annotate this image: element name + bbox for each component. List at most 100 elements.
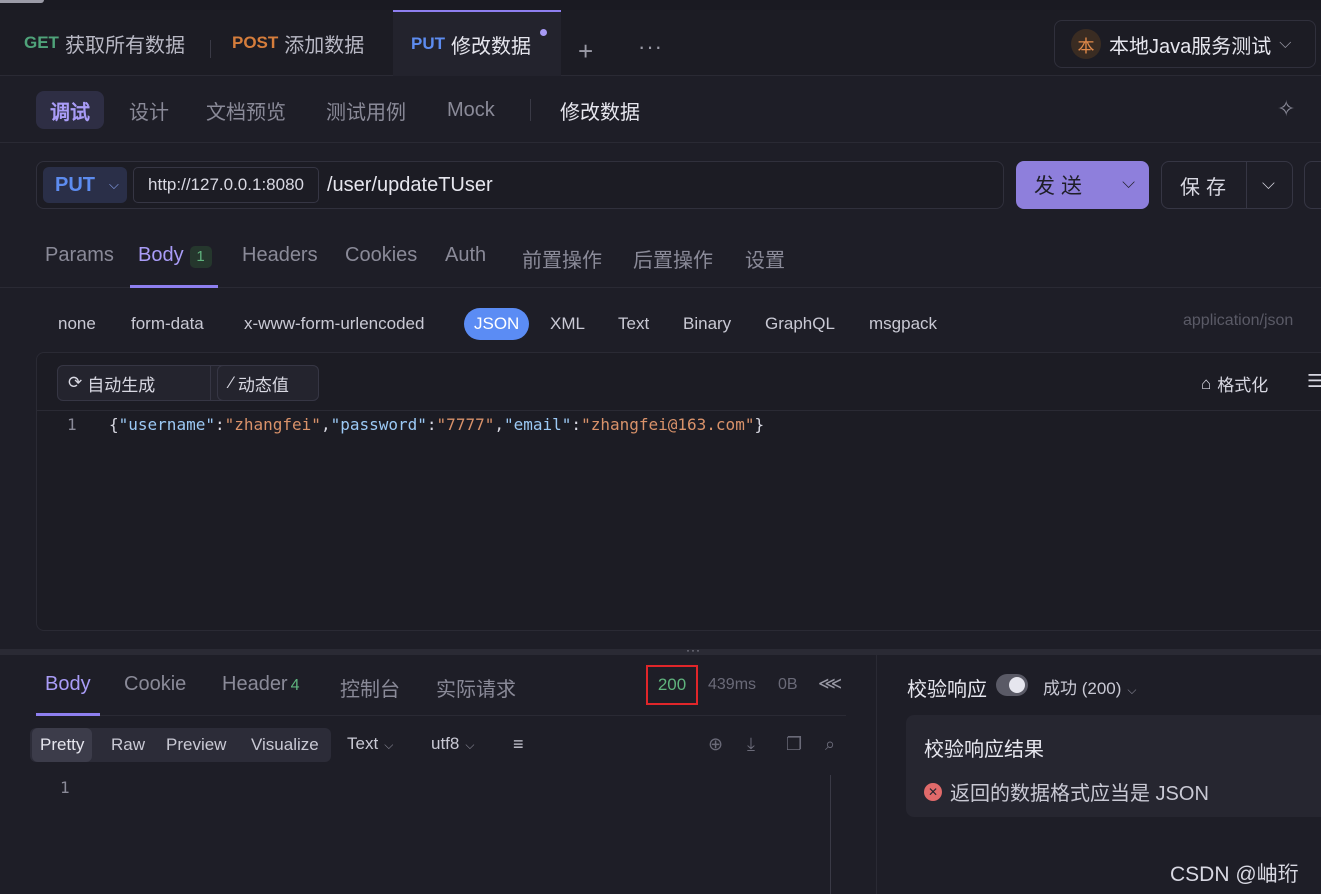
bodytype-urlencoded[interactable]: x-www-form-urlencoded xyxy=(244,308,424,340)
download-icon[interactable]: ⤓ xyxy=(747,734,755,755)
method-value: PUT xyxy=(55,173,95,196)
wrap-lines-icon[interactable]: ☰ xyxy=(1307,371,1321,392)
tab-settings[interactable]: 设置 xyxy=(745,244,785,273)
subnav-debug[interactable]: 调试 xyxy=(36,91,104,129)
format-label: 格式化 xyxy=(1217,376,1269,395)
tab-cookies[interactable]: Cookies xyxy=(345,244,417,267)
tab-post-ops[interactable]: 后置操作 xyxy=(633,244,713,273)
encoding-select[interactable]: utf8 ⌵ xyxy=(431,734,474,754)
json-key: "username" xyxy=(118,415,215,434)
view-raw[interactable]: Raw xyxy=(111,728,145,762)
chevron-down-icon[interactable]: ⌵ xyxy=(1122,173,1135,193)
environment-selector[interactable]: 本 本地Java服务测试 ⌵ xyxy=(1054,20,1316,68)
bodytype-xml[interactable]: XML xyxy=(550,308,585,340)
active-tab-underline xyxy=(130,285,218,288)
auto-generate-button[interactable]: ⟳ 自动生成 xyxy=(57,365,211,401)
view-mode-group: Pretty Raw Preview Visualize xyxy=(30,728,331,762)
subnav-test-cases[interactable]: 测试用例 xyxy=(326,91,406,129)
view-preview[interactable]: Preview xyxy=(166,728,226,762)
dynamic-value-button[interactable]: ⁄ 动态值 xyxy=(217,365,319,401)
tab-update-data[interactable]: PUT 修改数据 xyxy=(393,10,561,76)
response-size: 0B xyxy=(778,676,798,693)
copy-icon[interactable]: ❐ xyxy=(786,734,802,755)
save-divider xyxy=(1246,162,1247,208)
line-number: 1 xyxy=(67,415,77,434)
view-pretty[interactable]: Pretty xyxy=(32,728,93,762)
validation-error-text: 返回的数据格式应当是 JSON xyxy=(950,783,1209,805)
subnav-design[interactable]: 设计 xyxy=(129,91,169,129)
overflow-button[interactable] xyxy=(1304,161,1321,209)
format-select[interactable]: Text ⌵ xyxy=(347,734,393,754)
resp-tab-header-label: Header xyxy=(222,673,288,695)
content-type-label: application/json xyxy=(1183,312,1294,329)
dynamic-value-label: 动态值 xyxy=(237,375,289,395)
resp-tab-console[interactable]: 控制台 xyxy=(340,673,400,702)
api-title[interactable]: 修改数据 xyxy=(560,91,640,129)
request-tabs-bar: GET 获取所有数据 POST 添加数据 PUT 修改数据 + ··· 本 本地… xyxy=(0,10,1321,76)
base-url[interactable]: http://127.0.0.1:8080 xyxy=(133,167,319,203)
url-bar: PUT ⌵ http://127.0.0.1:8080 /user/update… xyxy=(36,161,1004,209)
bodytype-none[interactable]: none xyxy=(58,308,96,340)
tab-label: 修改数据 xyxy=(451,35,531,58)
body-type-selector: none form-data x-www-form-urlencoded JSO… xyxy=(0,302,1321,342)
more-icon[interactable]: ··· xyxy=(638,34,663,60)
wrap-lines-icon[interactable]: ≡ xyxy=(513,734,524,755)
format-icon: ⌂ xyxy=(1201,373,1212,393)
bodytype-text[interactable]: Text xyxy=(618,308,649,340)
view-visualize[interactable]: Visualize xyxy=(251,728,319,762)
subnav-doc-preview[interactable]: 文档预览 xyxy=(206,91,286,129)
share-icon[interactable]: ⋘ xyxy=(818,674,842,694)
chevron-down-icon: ⌵ xyxy=(1127,683,1137,697)
tab-add-data[interactable]: POST 添加数据 xyxy=(232,10,364,76)
resp-tab-actual-request[interactable]: 实际请求 xyxy=(436,673,516,702)
request-section-tabs: Params Body 1 Headers Cookies Auth 前置操作 后… xyxy=(0,230,1321,288)
response-scrollbar[interactable] xyxy=(830,775,831,894)
watermark: CSDN @岫珩 xyxy=(1170,863,1299,886)
save-button[interactable]: 保存 ⌵ xyxy=(1161,161,1293,209)
subnav-divider xyxy=(530,99,531,121)
tab-label: 获取所有数据 xyxy=(64,34,185,57)
method-select[interactable]: PUT ⌵ xyxy=(43,167,127,203)
json-key: "email" xyxy=(503,415,572,434)
validation-result-card: 校验响应结果 ✕ 返回的数据格式应当是 JSON xyxy=(906,715,1321,817)
json-body-line[interactable]: {"username":"zhangfei","password":"7777"… xyxy=(109,415,764,434)
resp-tab-header[interactable]: Header 4 xyxy=(222,673,300,696)
body-editor[interactable]: ⟳ 自动生成 ⌵ ⁄ 动态值 ⌂ 格式化 ☰ 1 {"username":"zh… xyxy=(36,352,1321,631)
bodytype-graphql[interactable]: GraphQL xyxy=(765,308,835,340)
validation-status-select[interactable]: 成功 (200) ⌵ xyxy=(1043,674,1137,699)
upload-icon[interactable]: ⊕ xyxy=(708,734,723,755)
json-key: "password" xyxy=(330,415,427,434)
ai-sparkle-icon[interactable]: ✧ xyxy=(1277,96,1295,122)
error-icon: ✕ xyxy=(924,782,942,801)
validation-error: ✕ 返回的数据格式应当是 JSON xyxy=(924,777,1209,806)
response-time: 439ms xyxy=(708,676,757,693)
tab-pre-ops[interactable]: 前置操作 xyxy=(522,244,602,273)
chevron-down-icon: ⌵ xyxy=(384,738,394,752)
tab-headers[interactable]: Headers xyxy=(242,244,318,267)
bodytype-msgpack[interactable]: msgpack xyxy=(869,308,937,340)
tab-params[interactable]: Params xyxy=(45,244,114,267)
format-button[interactable]: ⌂ 格式化 xyxy=(1201,371,1268,396)
add-tab-icon[interactable]: + xyxy=(578,38,593,64)
resp-tab-cookie[interactable]: Cookie xyxy=(124,673,186,696)
tab-body-label: Body xyxy=(138,244,184,266)
resp-tab-body[interactable]: Body xyxy=(45,673,91,696)
subnav-mock[interactable]: Mock xyxy=(447,91,495,129)
response-line-number: 1 xyxy=(60,778,70,797)
refresh-icon: ⟳ xyxy=(68,373,83,392)
tab-body[interactable]: Body 1 xyxy=(138,244,212,268)
header-count: 4 xyxy=(290,677,300,694)
tab-auth[interactable]: Auth xyxy=(445,244,486,267)
bodytype-binary[interactable]: Binary xyxy=(683,308,731,340)
validation-title: 校验响应 xyxy=(907,679,987,701)
tab-get-all[interactable]: GET 获取所有数据 xyxy=(24,10,185,76)
chevron-down-icon[interactable]: ⌵ xyxy=(1262,174,1275,194)
validation-status: 成功 (200) xyxy=(1043,679,1122,698)
search-icon[interactable]: ⌕ xyxy=(825,734,835,755)
url-path-input[interactable]: /user/updateTUser xyxy=(327,167,493,203)
bodytype-json[interactable]: JSON xyxy=(464,308,530,340)
validation-toggle[interactable] xyxy=(996,674,1028,696)
bodytype-form-data[interactable]: form-data xyxy=(131,308,204,340)
body-count-badge: 1 xyxy=(189,246,212,268)
send-button[interactable]: 发送 ⌵ xyxy=(1016,161,1149,209)
